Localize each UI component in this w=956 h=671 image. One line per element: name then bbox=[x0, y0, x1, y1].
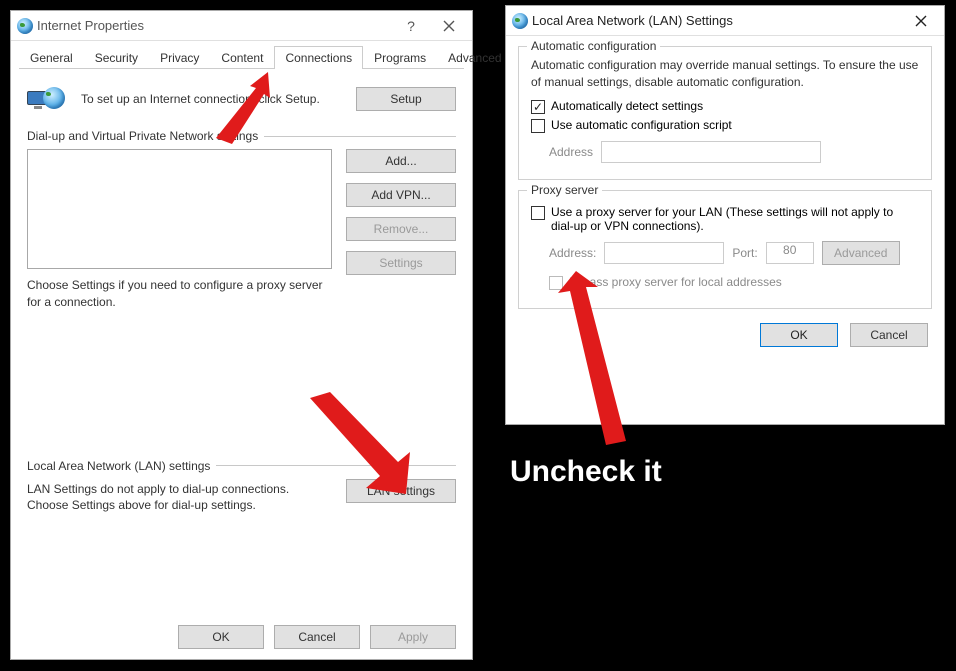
lan-group-label: Local Area Network (LAN) settings bbox=[27, 459, 210, 473]
help-button[interactable]: ? bbox=[392, 12, 430, 40]
globe-icon bbox=[512, 13, 528, 29]
tab-privacy[interactable]: Privacy bbox=[149, 46, 210, 69]
auto-group-legend: Automatic configuration bbox=[527, 39, 660, 53]
close-button[interactable] bbox=[902, 7, 940, 35]
proxy-server-group: Proxy server Use a proxy server for your… bbox=[518, 190, 932, 309]
script-address-label: Address bbox=[549, 145, 593, 159]
lan-settings-button[interactable]: LAN settings bbox=[346, 479, 456, 503]
proxy-address-field bbox=[604, 242, 724, 264]
proxy-port-field: 80 bbox=[766, 242, 814, 264]
ok-button[interactable]: OK bbox=[178, 625, 264, 649]
annotation-label: Uncheck it bbox=[510, 455, 662, 489]
auto-group-text: Automatic configuration may override man… bbox=[531, 57, 919, 91]
dialup-note: Choose Settings if you need to configure… bbox=[27, 277, 332, 311]
proxy-port-label: Port: bbox=[732, 246, 757, 260]
bypass-local-label: Bypass proxy server for local addresses bbox=[569, 275, 782, 289]
tab-advanced[interactable]: Advanced bbox=[437, 46, 512, 69]
close-icon bbox=[443, 20, 455, 32]
titlebar[interactable]: Internet Properties ? bbox=[11, 11, 472, 41]
add-vpn-button[interactable]: Add VPN... bbox=[346, 183, 456, 207]
script-address-field bbox=[601, 141, 821, 163]
advanced-button: Advanced bbox=[822, 241, 900, 265]
internet-properties-window: Internet Properties ? General Security P… bbox=[10, 10, 473, 660]
apply-button: Apply bbox=[370, 625, 456, 649]
auto-detect-checkbox[interactable] bbox=[531, 100, 545, 114]
add-button[interactable]: Add... bbox=[346, 149, 456, 173]
tab-programs[interactable]: Programs bbox=[363, 46, 437, 69]
lan-settings-window: Local Area Network (LAN) Settings Automa… bbox=[505, 5, 945, 425]
proxy-address-label: Address: bbox=[549, 246, 596, 260]
close-button[interactable] bbox=[430, 12, 468, 40]
auto-script-checkbox[interactable] bbox=[531, 119, 545, 133]
cancel-button[interactable]: Cancel bbox=[850, 323, 928, 347]
settings-button: Settings bbox=[346, 251, 456, 275]
dialup-listbox[interactable] bbox=[27, 149, 332, 269]
globe-icon bbox=[17, 18, 33, 34]
ok-button[interactable]: OK bbox=[760, 323, 838, 347]
tab-content[interactable]: Content bbox=[210, 46, 274, 69]
lan-note: LAN Settings do not apply to dial-up con… bbox=[27, 481, 332, 515]
dialup-group-label: Dial-up and Virtual Private Network sett… bbox=[27, 129, 258, 143]
titlebar[interactable]: Local Area Network (LAN) Settings bbox=[506, 6, 944, 36]
setup-text: To set up an Internet connection, click … bbox=[81, 91, 332, 107]
tab-strip: General Security Privacy Content Connect… bbox=[19, 45, 464, 69]
cancel-button[interactable]: Cancel bbox=[274, 625, 360, 649]
window-title: Local Area Network (LAN) Settings bbox=[528, 13, 902, 28]
tab-security[interactable]: Security bbox=[84, 46, 149, 69]
auto-detect-label: Automatically detect settings bbox=[551, 99, 703, 113]
proxy-group-legend: Proxy server bbox=[527, 183, 602, 197]
use-proxy-label: Use a proxy server for your LAN (These s… bbox=[551, 205, 919, 233]
tab-general[interactable]: General bbox=[19, 46, 84, 69]
automatic-configuration-group: Automatic configuration Automatic config… bbox=[518, 46, 932, 180]
tab-connections[interactable]: Connections bbox=[274, 46, 363, 69]
connection-icon bbox=[27, 85, 67, 113]
use-proxy-checkbox[interactable] bbox=[531, 206, 545, 220]
close-icon bbox=[915, 15, 927, 27]
setup-button[interactable]: Setup bbox=[356, 87, 456, 111]
remove-button: Remove... bbox=[346, 217, 456, 241]
bypass-local-checkbox bbox=[549, 276, 563, 290]
auto-script-label: Use automatic configuration script bbox=[551, 118, 732, 132]
window-title: Internet Properties bbox=[33, 18, 392, 33]
